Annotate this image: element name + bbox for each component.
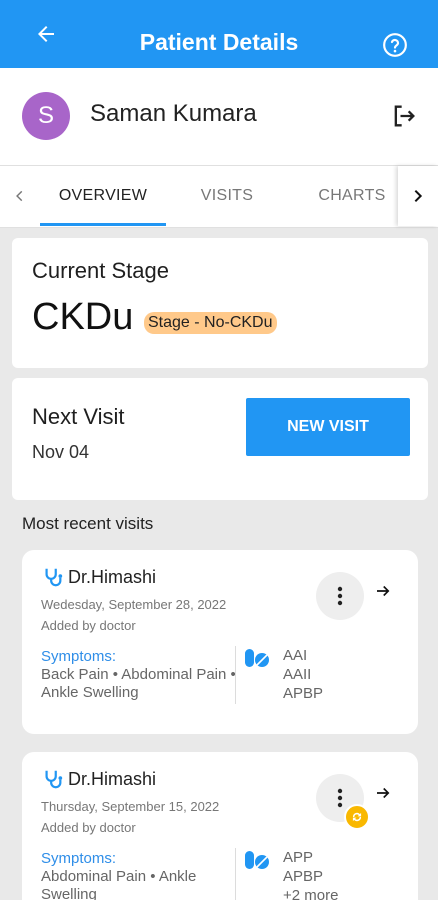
visit-date: Wedesday, September 28, 2022 bbox=[41, 597, 227, 612]
added-by: Added by doctor bbox=[41, 618, 136, 633]
page-title: Patient Details bbox=[139, 29, 299, 55]
app-bar: Patient Details bbox=[0, 0, 438, 68]
symptoms-label: Symptoms: bbox=[41, 648, 117, 665]
tab-indicator bbox=[40, 223, 166, 226]
divider bbox=[235, 646, 236, 704]
medication-icon bbox=[245, 649, 269, 667]
next-visit-card: Next Visit Nov 04 NEW VISIT bbox=[12, 378, 428, 500]
medication-list: AAI AAII APBP bbox=[283, 646, 323, 703]
recent-visits-heading: Most recent visits bbox=[22, 514, 154, 533]
medication-item: APBP bbox=[283, 685, 324, 702]
doctor-row: Dr.Himashi bbox=[42, 566, 156, 588]
open-visit-button[interactable] bbox=[374, 784, 396, 806]
current-stage-value: CKDu bbox=[32, 296, 134, 338]
chevron-right-icon bbox=[414, 189, 423, 203]
doctor-name: Dr.Himashi bbox=[68, 566, 157, 587]
medication-item: AAI bbox=[283, 647, 308, 664]
symptoms-text: Back Pain • Abdominal Pain • Ankle Swell… bbox=[41, 666, 236, 701]
stage-badge: Stage - No-CKDu bbox=[144, 312, 277, 334]
sync-pending-badge bbox=[344, 804, 370, 830]
visit-date: Thursday, September 15, 2022 bbox=[41, 799, 220, 814]
help-button[interactable] bbox=[382, 32, 408, 58]
sync-icon bbox=[352, 812, 362, 822]
tab-charts[interactable]: CHARTS bbox=[290, 166, 414, 226]
medication-item: APBP bbox=[283, 868, 324, 885]
visit-card[interactable]: Dr.Himashi Thursday, September 15, 2022 … bbox=[22, 752, 418, 900]
symptoms-label: Symptoms: bbox=[41, 850, 117, 867]
tab-scroll-right-button[interactable] bbox=[398, 166, 438, 226]
tab-bar: OVERVIEW VISITS CHARTS bbox=[0, 166, 438, 228]
tab-scroll-left-button[interactable] bbox=[0, 166, 40, 226]
more-options-button[interactable] bbox=[316, 572, 364, 620]
added-by: Added by doctor bbox=[41, 820, 136, 835]
stethoscope-icon bbox=[45, 770, 63, 789]
divider bbox=[235, 848, 236, 900]
arrow-right-icon bbox=[377, 787, 390, 799]
next-visit-date: Nov 04 bbox=[32, 442, 90, 462]
open-visit-button[interactable] bbox=[374, 582, 396, 604]
current-stage-label: Current Stage bbox=[32, 258, 169, 283]
next-visit-label: Next Visit bbox=[32, 404, 125, 429]
visit-card[interactable]: Dr.Himashi Wedesday, September 28, 2022 … bbox=[22, 550, 418, 734]
stethoscope-icon bbox=[45, 568, 63, 587]
symptoms-text: Abdominal Pain • Ankle Swelling bbox=[41, 868, 197, 900]
medication-list: APP APBP +2 more bbox=[283, 848, 338, 900]
tab-visits[interactable]: VISITS bbox=[166, 166, 288, 226]
medication-item: AAII bbox=[283, 666, 312, 683]
more-vert-icon bbox=[337, 788, 343, 808]
medication-item: APP bbox=[283, 849, 314, 866]
arrow-right-icon bbox=[377, 585, 390, 597]
new-visit-button[interactable]: NEW VISIT bbox=[246, 398, 410, 456]
current-stage-card: Current Stage CKDu Stage - No-CKDu bbox=[12, 238, 428, 368]
more-vert-icon bbox=[337, 586, 343, 606]
medication-item: +2 more bbox=[283, 887, 339, 900]
medication-icon bbox=[245, 851, 269, 869]
doctor-row: Dr.Himashi bbox=[42, 768, 156, 790]
chevron-left-icon bbox=[16, 190, 23, 202]
patient-name: Saman Kumara bbox=[90, 100, 257, 127]
help-circle-icon bbox=[383, 33, 407, 57]
logout-icon bbox=[394, 105, 415, 127]
tab-overview[interactable]: OVERVIEW bbox=[40, 166, 166, 226]
doctor-name: Dr.Himashi bbox=[68, 768, 157, 789]
avatar: S bbox=[22, 92, 70, 140]
logout-button[interactable] bbox=[390, 102, 418, 130]
patient-header: S Saman Kumara bbox=[0, 68, 438, 166]
